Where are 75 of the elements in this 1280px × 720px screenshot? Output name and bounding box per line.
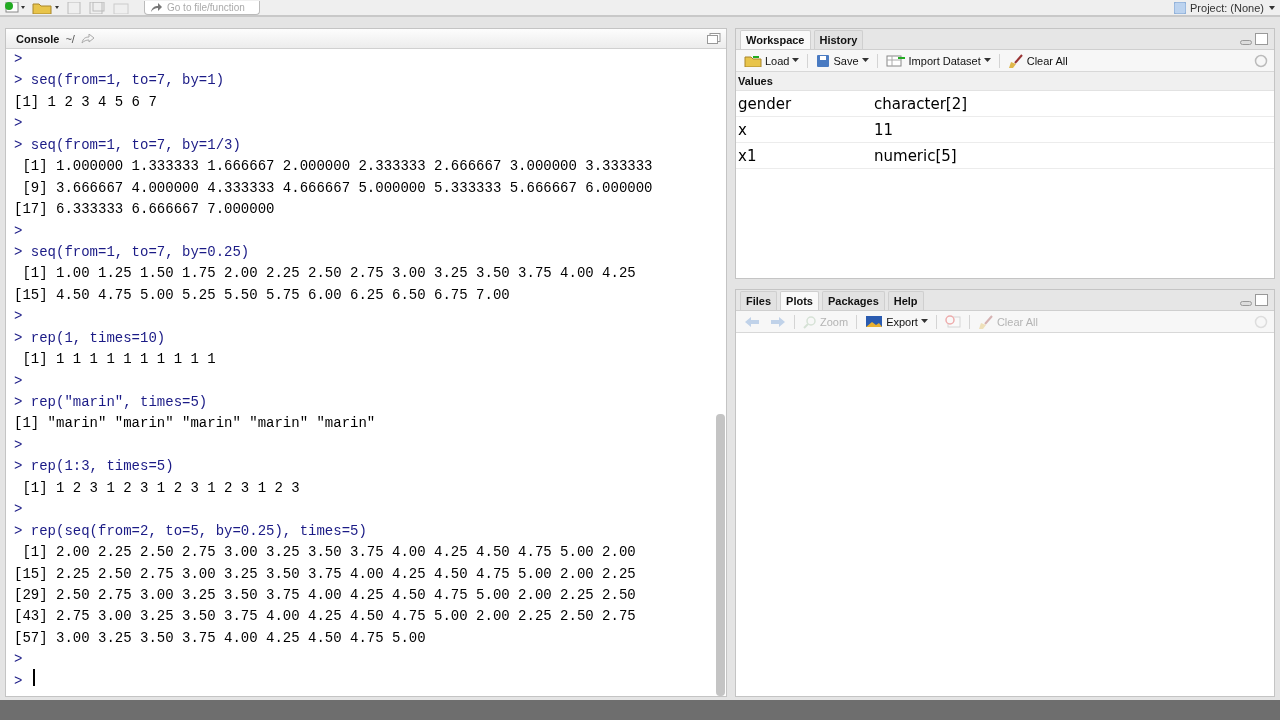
working-directory: ~/ bbox=[65, 32, 75, 45]
console-line: [1] 1.000000 1.333333 1.666667 2.000000 2.333333 2.666667 3.000000 3.333333 bbox=[21, 157, 653, 177]
section-header: Values bbox=[736, 72, 1274, 91]
broom-icon bbox=[1007, 53, 1024, 68]
console-line: > bbox=[14, 50, 23, 69]
console-line: [15] 2.25 2.50 2.75 3.00 3.25 3.50 3.75 4.00 4.25 4.50 4.75 5.00 2.00 2.25 bbox=[14, 564, 636, 584]
go-to-file-field[interactable]: Go to file/function bbox=[144, 1, 260, 15]
toolbar-button[interactable]: Export bbox=[863, 315, 930, 328]
variable-value: 11 bbox=[874, 120, 895, 139]
folder-icon bbox=[744, 54, 762, 67]
variable-name: x1 bbox=[737, 146, 758, 165]
console-line: [1] 1 2 3 4 5 6 7 bbox=[14, 92, 157, 112]
toolbar-button[interactable]: Load bbox=[742, 54, 802, 67]
pane-tab[interactable]: Packages bbox=[822, 291, 885, 310]
variable-name: x bbox=[737, 120, 748, 139]
text-cursor bbox=[33, 669, 35, 686]
console-line: > bbox=[14, 114, 23, 134]
open-folder-icon[interactable] bbox=[32, 2, 60, 14]
console-line: [43] 2.75 3.00 3.25 3.50 3.75 4.00 4.25 4.50 4.75 5.00 2.00 2.25 2.50 2.75 bbox=[14, 607, 636, 627]
console-title: Console bbox=[16, 32, 60, 45]
console-line: [57] 3.00 3.25 3.50 3.75 4.00 4.25 4.50 4.75 5.00 bbox=[14, 628, 426, 648]
caret-icon bbox=[983, 58, 991, 63]
console-line: [1] 1.00 1.25 1.50 1.75 2.00 2.25 2.50 2.75 3.00 3.25 3.50 3.75 4.00 4.25 bbox=[21, 264, 636, 284]
caret-icon bbox=[792, 58, 800, 63]
console-line: [15] 4.50 4.75 5.00 5.25 5.50 5.75 6.00 6.25 6.50 6.75 7.00 bbox=[14, 285, 510, 305]
console-line: [1] 1 2 3 1 2 3 1 2 3 1 2 3 1 2 3 bbox=[21, 478, 300, 498]
arrow-icon[interactable] bbox=[80, 33, 95, 44]
console-line: > seq(from=1, to=7, by=1/3) bbox=[14, 135, 241, 155]
console-line: > bbox=[14, 500, 23, 520]
console-line: > bbox=[14, 371, 23, 391]
caret-icon bbox=[861, 58, 869, 63]
console-line: > seq(from=1, to=7, by=1) bbox=[14, 71, 225, 91]
variable-value: character[2] bbox=[874, 94, 969, 113]
variable-value: numeric[5] bbox=[874, 146, 958, 165]
magnifier-icon bbox=[803, 314, 817, 329]
console-line: [29] 2.50 2.75 3.00 3.25 3.50 3.75 4.00 4.25 4.50 4.75 5.00 2.00 2.25 2.50 bbox=[14, 585, 636, 605]
pane-tab[interactable]: History bbox=[813, 30, 864, 49]
console-line: > bbox=[14, 221, 23, 241]
caret-icon bbox=[1268, 5, 1276, 11]
new-file-icon[interactable] bbox=[4, 2, 26, 14]
console-line: > rep(1:3, times=5) bbox=[14, 457, 174, 477]
toolbar-button[interactable]: Clear All bbox=[1005, 53, 1070, 68]
toolbar-button[interactable]: Save bbox=[814, 53, 871, 68]
console-line: [17] 6.333333 6.666667 7.000000 bbox=[14, 200, 275, 220]
minimize-icon[interactable] bbox=[1240, 301, 1252, 306]
toolbar-button[interactable]: Import Dataset bbox=[883, 54, 993, 67]
console-line: [9] 3.666667 4.000000 4.333333 4.666667 5.000000 5.333333 5.666667 6.000000 bbox=[21, 178, 653, 198]
table-icon bbox=[885, 54, 906, 67]
maximize-icon[interactable] bbox=[1255, 33, 1268, 45]
variable-name: gender bbox=[737, 94, 793, 113]
pane-tab[interactable]: Plots bbox=[780, 291, 819, 310]
console-line: > seq(from=1, to=7, by=0.25) bbox=[14, 242, 250, 262]
picture-icon bbox=[865, 315, 884, 328]
console-line: [1] 2.00 2.25 2.50 2.75 3.00 3.25 3.50 3.75 4.00 4.25 4.50 4.75 5.00 2.00 bbox=[21, 543, 636, 563]
console-line: > rep("marin", times=5) bbox=[14, 393, 208, 412]
pane-tab[interactable]: Files bbox=[740, 291, 778, 310]
broom-icon bbox=[977, 314, 994, 329]
console-line: > rep(seq(from=2, to=5, by=0.25), times=5) bbox=[14, 521, 367, 541]
console-line: > bbox=[14, 671, 23, 691]
console-line: > bbox=[14, 307, 23, 327]
console-line: > bbox=[14, 650, 23, 670]
caret-icon bbox=[920, 319, 928, 324]
arrow-icon bbox=[150, 3, 162, 13]
project-menu[interactable]: Project: (None) bbox=[1174, 2, 1276, 15]
console-line: [1] 1 1 1 1 1 1 1 1 1 1 bbox=[21, 350, 216, 370]
pane-tab[interactable]: Help bbox=[887, 291, 924, 310]
minimize-icon[interactable] bbox=[1240, 40, 1252, 45]
console-line: > rep(1, times=10) bbox=[14, 328, 166, 348]
maximize-icon[interactable] bbox=[1255, 294, 1268, 306]
console-line: > bbox=[14, 435, 23, 455]
pane-tab[interactable]: Workspace bbox=[740, 30, 811, 49]
project-icon bbox=[1174, 2, 1186, 14]
restore-icon[interactable] bbox=[707, 33, 721, 44]
scrollbar-thumb[interactable] bbox=[716, 414, 725, 696]
console-line: [1] "marin" "marin" "marin" "marin" "marin" bbox=[14, 414, 376, 434]
